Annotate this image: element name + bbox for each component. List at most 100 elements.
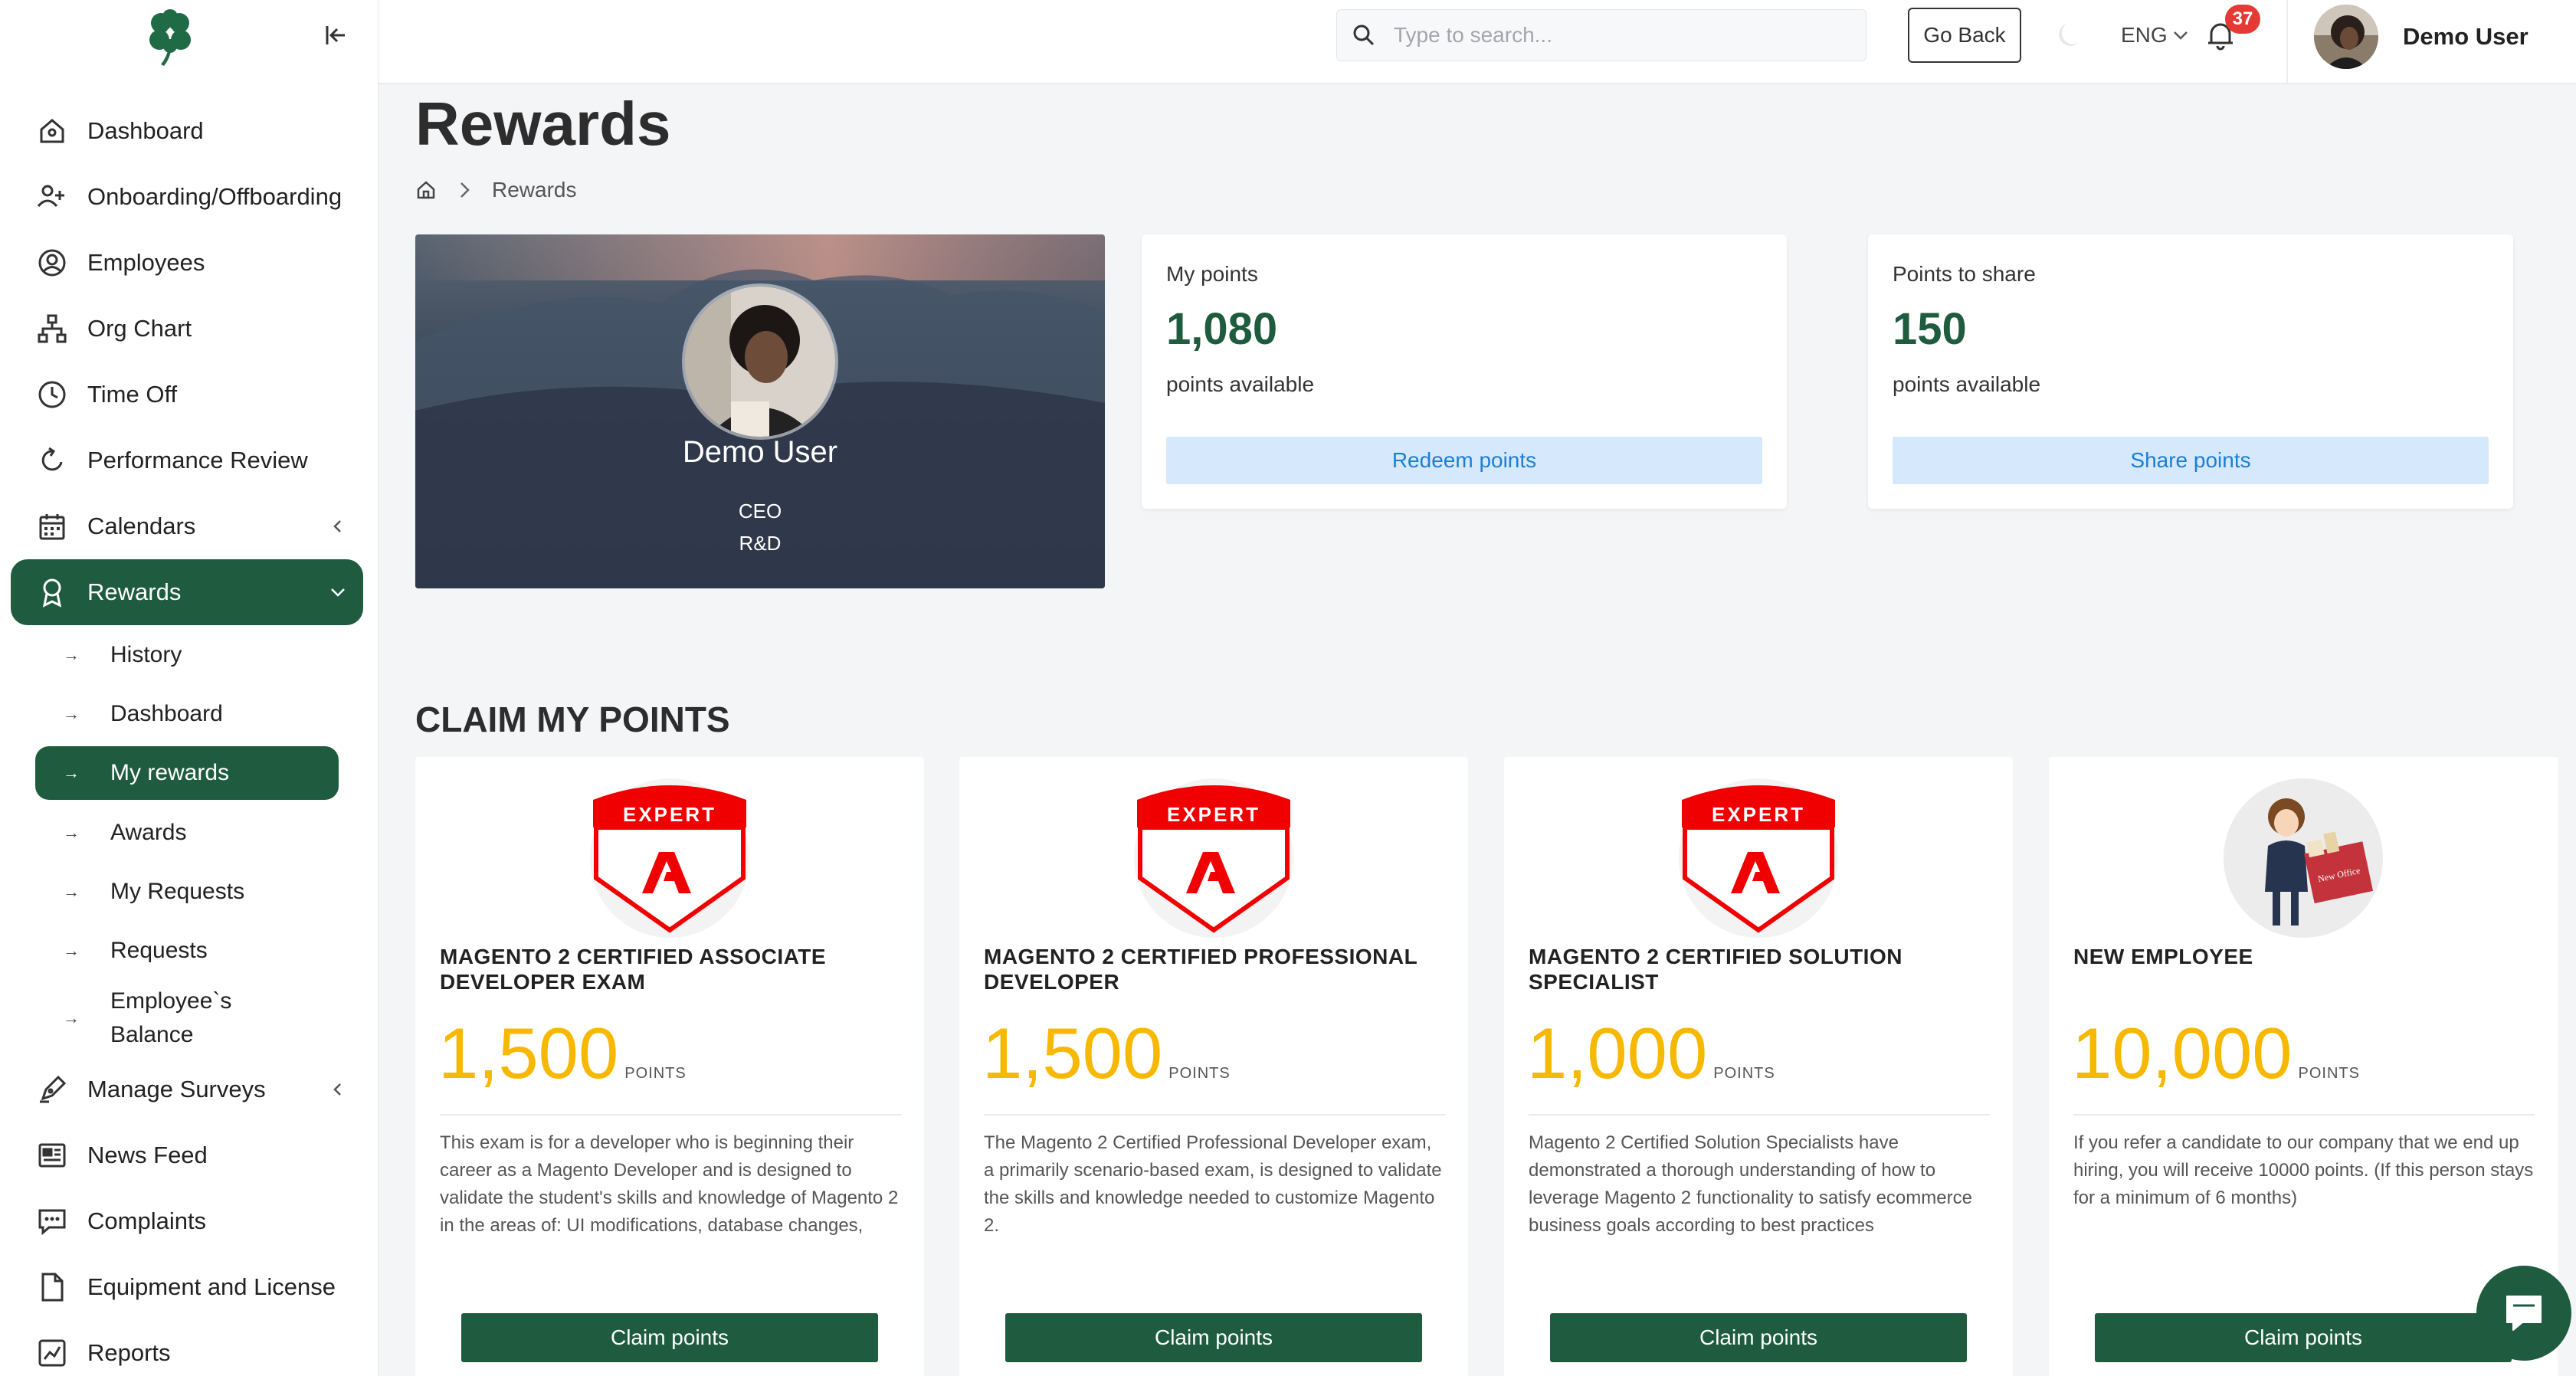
subnav-item-my-requests[interactable]: → My Requests [0, 862, 379, 921]
sidebar-item-label: Performance Review [87, 447, 308, 473]
language-label: ENG [2121, 23, 2168, 47]
breadcrumb: Rewards [415, 178, 576, 202]
sidebar-item-label: Org Chart [87, 315, 192, 342]
home-icon [35, 114, 69, 148]
search-box[interactable] [1336, 9, 1866, 61]
home-icon[interactable] [415, 179, 437, 201]
user-photo-icon [2314, 5, 2378, 69]
sidebar-item-time-off[interactable]: Time Off [0, 362, 379, 428]
claim-points-button[interactable]: Claim points [1005, 1313, 1422, 1362]
language-selector[interactable]: ENG [2121, 23, 2189, 48]
award-icon [35, 575, 69, 609]
avatar[interactable] [2314, 5, 2378, 69]
reward-description: The Magento 2 Certified Professional Dev… [984, 1132, 1442, 1236]
share-points-card: Points to share 150 points available Sha… [1868, 234, 2513, 509]
adobe-expert-badge-icon: EXPERT [590, 778, 749, 938]
file-icon [35, 1270, 69, 1304]
sidebar-item-performance-review[interactable]: Performance Review [0, 428, 379, 493]
arrow-right-icon: → [63, 644, 80, 664]
sidebar-item-label: Rewards [87, 578, 182, 605]
chevron-left-icon [325, 513, 351, 539]
clover-logo-icon[interactable] [138, 3, 202, 67]
sidebar-nav: Dashboard Onboarding/Offboarding Employe… [0, 98, 379, 1376]
reward-card: EXPERT MAGENTO 2 CERTIFIED SOLUTION SPEC… [1504, 757, 2013, 1376]
user-photo-icon [685, 287, 835, 437]
reward-points: 1,500 POINTS [982, 1017, 1231, 1089]
reward-points: 1,500 POINTS [438, 1017, 687, 1089]
subnav-item-history[interactable]: → History [0, 625, 379, 684]
sidebar-item-news-feed[interactable]: News Feed [0, 1122, 379, 1188]
sidebar-item-manage-surveys[interactable]: Manage Surveys [0, 1057, 379, 1122]
chat-icon [35, 1204, 69, 1238]
reward-points-unit: POINTS [624, 1065, 687, 1082]
header-user-name[interactable]: Demo User [2403, 23, 2528, 51]
collapse-sidebar-button[interactable] [320, 20, 351, 51]
share-points-button[interactable]: Share points [1893, 437, 2489, 484]
reward-title: MAGENTO 2 CERTIFIED SOLUTION SPECIALIST [1529, 945, 1903, 994]
badge-expert-text: EXPERT [1712, 803, 1805, 826]
subnav-item-dashboard[interactable]: → Dashboard [0, 684, 379, 743]
redeem-points-button[interactable]: Redeem points [1166, 437, 1762, 484]
reward-points-value: 1,000 [1527, 1013, 1708, 1093]
new-employee-illustration-icon: New Office [2224, 778, 2383, 938]
user-circle-icon [35, 246, 69, 280]
subnav-item-employees-balance[interactable]: → Employee`s Balance [0, 980, 379, 1057]
subnav-item-label: My rewards [110, 760, 230, 785]
search-input[interactable] [1394, 23, 1838, 48]
profile-department: R&D [739, 532, 782, 555]
sidebar-item-complaints[interactable]: Complaints [0, 1188, 379, 1254]
sidebar-item-dashboard[interactable]: Dashboard [0, 98, 379, 164]
adobe-expert-badge-icon: EXPERT [1134, 778, 1293, 938]
reward-points: 10,000 POINTS [2072, 1017, 2360, 1089]
live-chat-button[interactable] [2476, 1266, 2571, 1361]
reward-points-value: 10,000 [2072, 1013, 2293, 1093]
sidebar-item-onboarding[interactable]: Onboarding/Offboarding [0, 164, 379, 230]
reward-points-value: 1,500 [982, 1013, 1163, 1093]
subnav-item-my-rewards[interactable]: → My rewards [35, 746, 339, 800]
sidebar-item-label: Employees [87, 249, 205, 276]
sidebar-item-equipment-license[interactable]: Equipment and License [0, 1254, 379, 1320]
claim-points-button[interactable]: Claim points [461, 1313, 878, 1362]
subnav-item-awards[interactable]: → Awards [0, 803, 379, 862]
share-points-sub: points available [1893, 372, 2041, 396]
reward-title: MAGENTO 2 CERTIFIED ASSOCIATE DEVELOPER … [440, 945, 827, 994]
go-back-button[interactable]: Go Back [1908, 8, 2021, 63]
reward-card: EXPERT MAGENTO 2 CERTIFIED ASSOCIATE DEV… [415, 757, 924, 1376]
reward-card: EXPERT MAGENTO 2 CERTIFIED PROFESSIONAL … [959, 757, 1468, 1376]
sidebar-item-org-chart[interactable]: Org Chart [0, 296, 379, 362]
sidebar-item-label: News Feed [87, 1142, 208, 1168]
sidebar-item-label: Reports [87, 1339, 171, 1366]
sidebar-item-employees[interactable]: Employees [0, 230, 379, 296]
org-chart-icon [35, 312, 69, 346]
sidebar-item-label: Calendars [87, 513, 196, 539]
user-plus-icon [35, 180, 69, 214]
sidebar-item-calendars[interactable]: Calendars [0, 493, 379, 559]
divider [1529, 1114, 1990, 1116]
sidebar: Dashboard Onboarding/Offboarding Employe… [0, 0, 379, 1376]
claim-points-button[interactable]: Claim points [1550, 1313, 1967, 1362]
divider [2073, 1114, 2535, 1116]
newspaper-icon [35, 1138, 69, 1172]
arrow-right-icon: → [63, 1008, 80, 1027]
reward-points-unit: POINTS [1168, 1065, 1231, 1082]
arrow-right-icon: → [63, 822, 80, 842]
chevron-down-icon [2173, 31, 2188, 40]
sidebar-item-reports[interactable]: Reports [0, 1320, 379, 1376]
subnav-item-requests[interactable]: → Requests [0, 921, 379, 980]
reward-points-value: 1,500 [438, 1013, 619, 1093]
sidebar-item-label: Time Off [87, 381, 178, 408]
chevron-right-icon [460, 182, 470, 198]
chevron-left-icon [325, 1076, 351, 1102]
moon-icon[interactable] [2053, 18, 2087, 52]
divider [440, 1114, 901, 1116]
sidebar-item-label: Complaints [87, 1207, 207, 1234]
subnav-item-label: History [110, 641, 182, 667]
reward-description: This exam is for a developer who is begi… [440, 1132, 899, 1244]
arrow-right-icon: → [63, 703, 80, 723]
claim-points-button[interactable]: Claim points [2095, 1313, 2512, 1362]
sidebar-item-label: Dashboard [87, 117, 204, 144]
header-divider [2286, 0, 2288, 83]
sidebar-item-rewards[interactable]: Rewards [11, 559, 363, 625]
arrow-right-icon: → [63, 763, 80, 782]
arrow-right-icon: → [63, 940, 80, 960]
